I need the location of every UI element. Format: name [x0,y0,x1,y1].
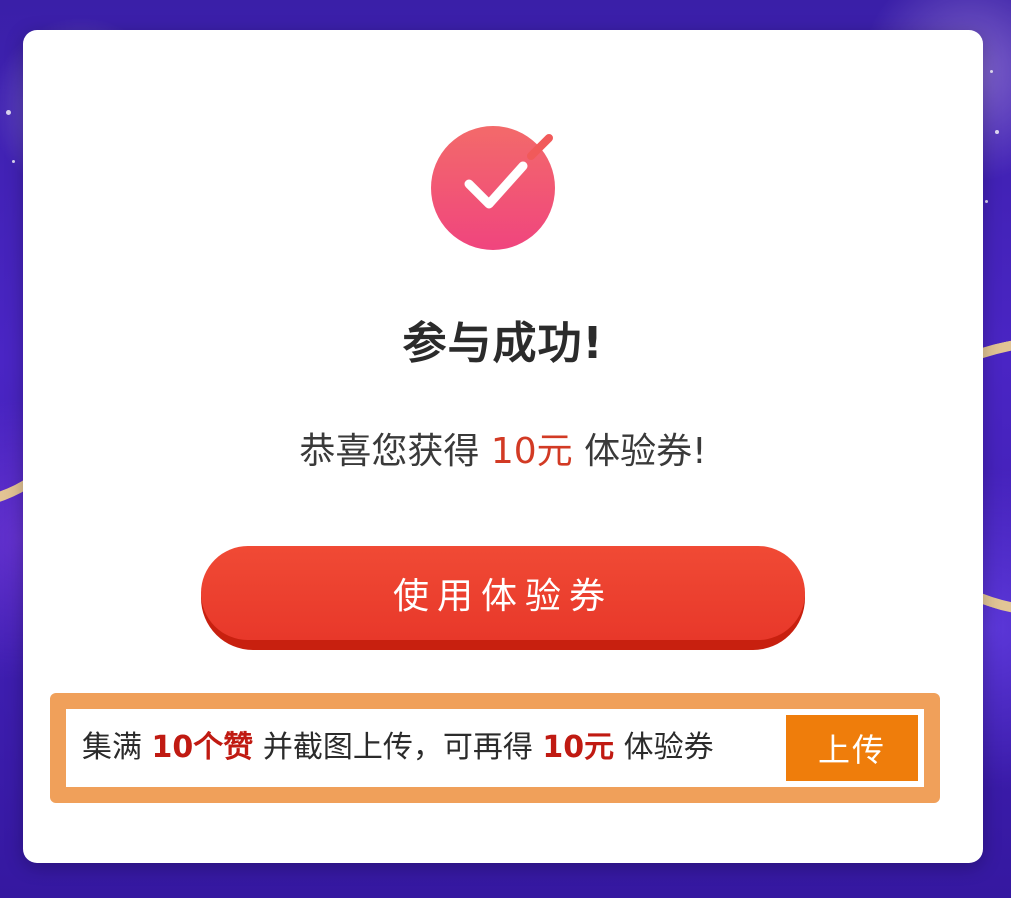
congrats-message: 恭喜您获得 10元 体验券! [23,422,983,474]
sparkle-decoration [990,70,993,73]
sparkle-decoration [985,200,988,203]
sparkle-decoration [12,160,15,163]
upload-text-part: 体验券 [614,730,714,765]
use-voucher-button[interactable]: 使用体验券 [201,546,805,650]
upload-text-part: 并截图上传，可再得 [253,730,543,765]
upload-text-part: 集满 [82,730,152,765]
sparkle-decoration [995,130,999,134]
congrats-suffix: 体验券! [572,431,707,472]
dialog-title: 参与成功! [402,318,604,369]
checkmark-circle-icon [431,126,555,250]
likes-goal-highlight: 10个赞 [151,730,254,765]
upload-banner-inner: 集满 10个赞 并截图上传，可再得 10元 体验券 上传 [66,709,924,787]
bonus-amount-highlight: 10元 [542,730,615,765]
use-voucher-button-label: 使用体验券 [201,546,805,640]
success-dialog: 参与成功! 恭喜您获得 10元 体验券! 使用体验券 集满 10个赞 并截图上传… [23,30,983,863]
upload-instructions: 集满 10个赞 并截图上传，可再得 10元 体验券 [82,709,714,787]
reward-amount: 10元 [490,431,573,472]
sparkle-decoration [6,110,11,115]
upload-button[interactable]: 上传 [786,715,918,781]
upload-banner: 集满 10个赞 并截图上传，可再得 10元 体验券 上传 [50,693,940,803]
congrats-prefix: 恭喜您获得 [299,431,491,472]
